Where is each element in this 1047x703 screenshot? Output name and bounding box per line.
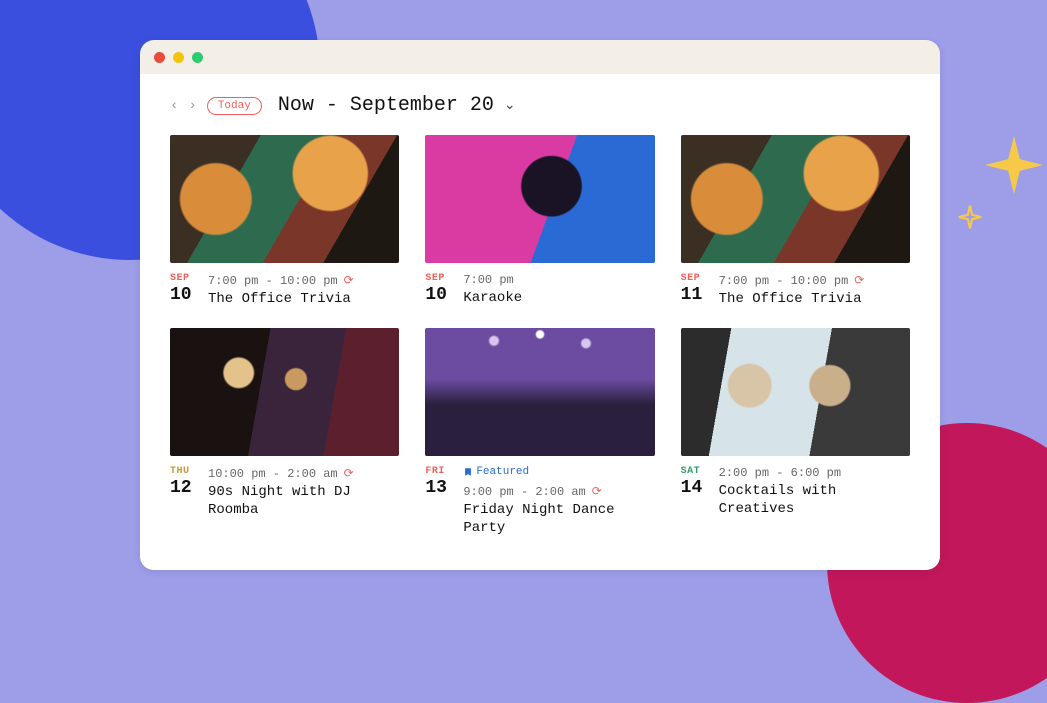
event-meta: SAT 14 2:00 pm - 6:00 pm Cocktails with Cre…: [681, 466, 910, 518]
event-meta: SEP 10 7:00 pm - 10:00 pm ⟳ The Office Trivi…: [170, 273, 399, 308]
event-timeline: 10:00 pm - 2:00 am ⟳: [208, 466, 399, 481]
event-time: 7:00 pm - 10:00 pm: [208, 274, 338, 288]
event-weekday: THU: [170, 466, 198, 477]
event-info: 10:00 pm - 2:00 am ⟳ 90s Night with DJ Roo…: [208, 466, 399, 519]
event-card[interactable]: FRI 13 Featured 9:00 pm - 2:00 am ⟳ Friday Ni…: [425, 328, 654, 537]
event-timeline: 7:00 pm: [463, 273, 654, 287]
event-meta: THU 12 10:00 pm - 2:00 am ⟳ 90s Night with D…: [170, 466, 399, 519]
event-title: Friday Night Dance Party: [463, 501, 654, 537]
event-time: 9:00 pm - 2:00 am: [463, 485, 585, 499]
recurring-icon: ⟳: [344, 466, 354, 481]
event-timeline: 7:00 pm - 10:00 pm ⟳: [208, 273, 399, 288]
recurring-icon: ⟳: [344, 273, 354, 288]
event-timeline: Featured 9:00 pm - 2:00 am ⟳: [463, 466, 654, 499]
event-title: The Office Trivia: [719, 290, 910, 308]
event-thumbnail: [681, 135, 910, 263]
event-day-number: 12: [170, 479, 198, 497]
event-date: SAT 14: [681, 466, 709, 518]
event-timeline: 2:00 pm - 6:00 pm: [719, 466, 910, 480]
event-date: FRI 13: [425, 466, 453, 537]
event-weekday: SEP: [425, 273, 453, 284]
event-day-number: 14: [681, 479, 709, 497]
recurring-icon: ⟳: [592, 484, 602, 499]
event-card[interactable]: SEP 10 7:00 pm - 10:00 pm ⟳ The Office Trivi…: [170, 135, 399, 308]
window-minimize-button[interactable]: [173, 52, 184, 63]
event-weekday: SAT: [681, 466, 709, 477]
event-date: SEP 10: [425, 273, 453, 307]
event-title: The Office Trivia: [208, 290, 399, 308]
featured-badge: Featured: [463, 466, 529, 478]
event-time: 7:00 pm - 10:00 pm: [719, 274, 849, 288]
prev-button[interactable]: ‹: [170, 98, 178, 114]
window-titlebar: [140, 40, 940, 74]
event-info: 7:00 pm Karaoke: [463, 273, 654, 307]
browser-window: ‹ › Today Now - September 20 ⌄ SEP 10 7:00…: [140, 40, 940, 570]
event-weekday: SEP: [170, 273, 198, 284]
calendar-toolbar: ‹ › Today Now - September 20 ⌄: [170, 94, 910, 117]
today-button[interactable]: Today: [207, 97, 262, 115]
event-day-number: 10: [425, 286, 453, 304]
sparkle-outline-icon: [953, 200, 987, 234]
chevron-down-icon: ⌄: [504, 97, 516, 114]
event-card[interactable]: SEP 11 7:00 pm - 10:00 pm ⟳ The Office Trivi…: [681, 135, 910, 308]
event-meta: SEP 11 7:00 pm - 10:00 pm ⟳ The Office Trivi…: [681, 273, 910, 308]
events-page: ‹ › Today Now - September 20 ⌄ SEP 10 7:00…: [140, 74, 940, 570]
event-time: 2:00 pm - 6:00 pm: [719, 466, 841, 480]
events-grid: SEP 10 7:00 pm - 10:00 pm ⟳ The Office Trivi…: [170, 135, 910, 538]
event-time: 7:00 pm: [463, 273, 513, 287]
event-day-number: 13: [425, 479, 453, 497]
event-date: SEP 10: [170, 273, 198, 308]
event-day-number: 10: [170, 286, 198, 304]
event-thumbnail: [170, 135, 399, 263]
event-title: Cocktails with Creatives: [719, 482, 910, 518]
event-card[interactable]: THU 12 10:00 pm - 2:00 am ⟳ 90s Night with D…: [170, 328, 399, 537]
event-thumbnail: [170, 328, 399, 456]
event-card[interactable]: SEP 10 7:00 pm Karaoke: [425, 135, 654, 308]
sparkle-icon: [979, 130, 1047, 200]
event-day-number: 11: [681, 286, 709, 304]
event-info: 7:00 pm - 10:00 pm ⟳ The Office Trivia: [208, 273, 399, 308]
window-close-button[interactable]: [154, 52, 165, 63]
event-title: Karaoke: [463, 289, 654, 307]
next-button[interactable]: ›: [188, 98, 196, 114]
event-weekday: FRI: [425, 466, 453, 477]
date-range-label: Now - September 20: [278, 94, 494, 117]
event-meta: SEP 10 7:00 pm Karaoke: [425, 273, 654, 307]
event-time: 10:00 pm - 2:00 am: [208, 467, 338, 481]
event-info: 2:00 pm - 6:00 pm Cocktails with Creative…: [719, 466, 910, 518]
window-maximize-button[interactable]: [192, 52, 203, 63]
event-date: SEP 11: [681, 273, 709, 308]
event-thumbnail: [681, 328, 910, 456]
event-thumbnail: [425, 135, 654, 263]
event-info: 7:00 pm - 10:00 pm ⟳ The Office Trivia: [719, 273, 910, 308]
event-weekday: SEP: [681, 273, 709, 284]
event-meta: FRI 13 Featured 9:00 pm - 2:00 am ⟳ Friday Ni…: [425, 466, 654, 537]
event-timeline: 7:00 pm - 10:00 pm ⟳: [719, 273, 910, 288]
event-date: THU 12: [170, 466, 198, 519]
event-info: Featured 9:00 pm - 2:00 am ⟳ Friday Night D…: [463, 466, 654, 537]
event-thumbnail: [425, 328, 654, 456]
recurring-icon: ⟳: [854, 273, 864, 288]
event-card[interactable]: SAT 14 2:00 pm - 6:00 pm Cocktails with Cre…: [681, 328, 910, 537]
event-title: 90s Night with DJ Roomba: [208, 483, 399, 519]
date-range-picker[interactable]: Now - September 20 ⌄: [278, 94, 516, 117]
